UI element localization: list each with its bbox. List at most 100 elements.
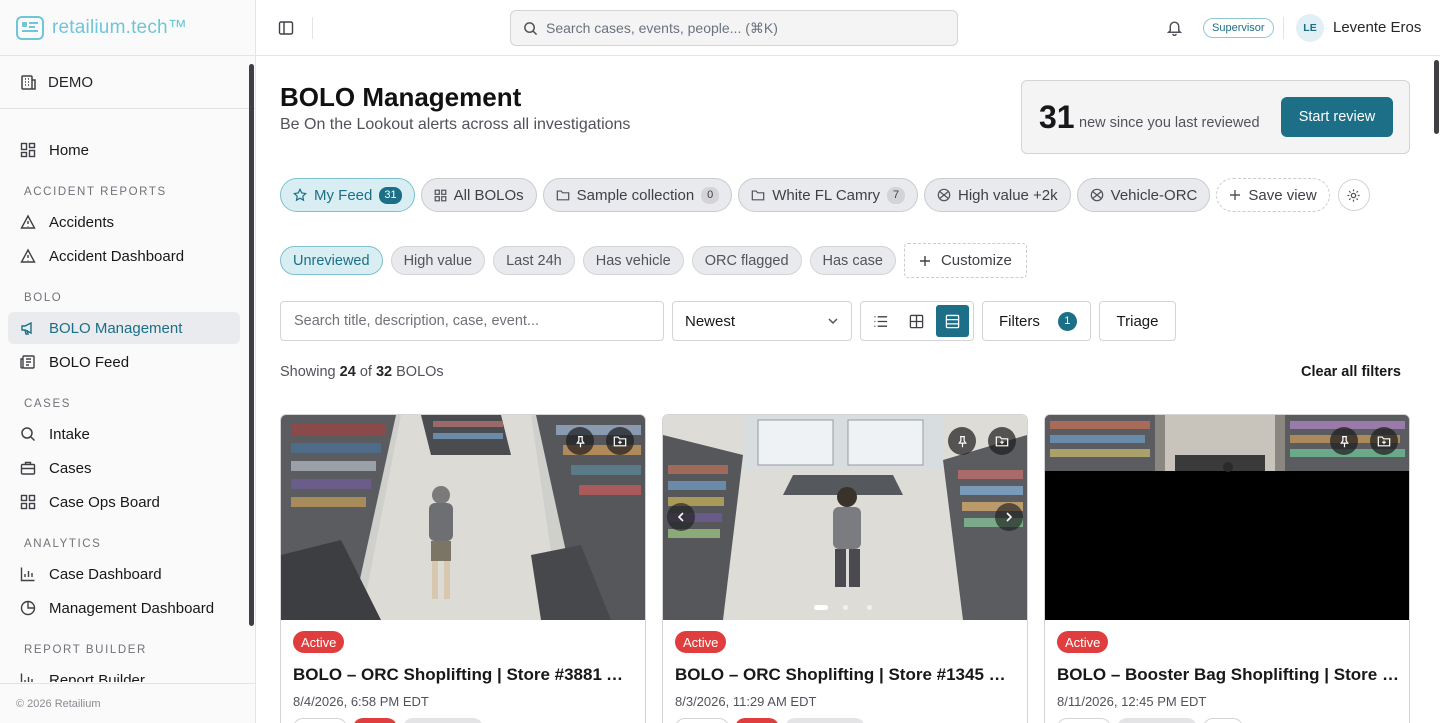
view-settings-button[interactable] <box>1337 179 1370 211</box>
logo-text: retailium.tech™ <box>52 16 187 38</box>
view-my-feed[interactable]: My Feed 31 <box>280 178 415 212</box>
sidebar-item-case-ops-board[interactable]: Case Ops Board <box>8 486 240 518</box>
view-label: Sample collection <box>576 186 695 204</box>
bolo-card[interactable]: Active BOLO – ORC Shoplifting | Store #1… <box>662 414 1028 723</box>
bolo-image[interactable] <box>1045 415 1409 620</box>
add-to-folder-button[interactable] <box>988 427 1016 455</box>
bolo-image[interactable] <box>281 415 645 620</box>
bolo-date: 8/11/2026, 12:45 PM EDT <box>1057 694 1207 709</box>
view-vehicle-orc[interactable]: Vehicle-ORC <box>1076 178 1211 212</box>
bolo-image[interactable] <box>663 415 1027 620</box>
filter-has-case[interactable]: Has case <box>809 246 896 275</box>
global-search-input[interactable]: Search cases, events, people... (⌘K) <box>510 10 958 46</box>
showing-prefix: Showing <box>280 364 336 380</box>
add-to-folder-button[interactable] <box>1370 427 1398 455</box>
search-icon <box>524 21 538 35</box>
sidebar-item-bolo-management[interactable]: BOLO Management <box>8 312 240 344</box>
folder-icon <box>751 190 765 201</box>
filters-count-badge: 1 <box>1057 311 1077 331</box>
folder-plus-icon <box>1377 436 1391 447</box>
carousel-dot[interactable] <box>867 605 872 610</box>
filter-high-value[interactable]: High value <box>390 246 486 275</box>
bolo-search-input[interactable]: Search title, description, case, event..… <box>280 301 664 341</box>
plus-icon <box>919 255 930 266</box>
sidebar-item-cases[interactable]: Cases <box>8 452 240 484</box>
filter-last-24h[interactable]: Last 24h <box>493 246 575 275</box>
total-count: 32 <box>375 364 393 380</box>
bolo-card[interactable]: Active BOLO – Booster Bag Shoplifting | … <box>1044 414 1410 723</box>
carousel-prev-button[interactable] <box>667 503 695 531</box>
bolo-search-placeholder: Search title, description, case, event..… <box>294 313 540 329</box>
sidebar-item-label: Intake <box>49 425 90 443</box>
clear-all-filters-button[interactable]: Clear all filters <box>1301 364 1401 380</box>
folder-icon <box>556 190 569 201</box>
bolo-title[interactable]: BOLO – ORC Shoplifting | Store #1345 Was… <box>675 665 1017 685</box>
org-switcher[interactable]: DEMO <box>0 56 255 109</box>
tag <box>293 718 347 723</box>
filter-has-vehicle[interactable]: Has vehicle <box>582 246 684 275</box>
sidebar-item-home[interactable]: Home <box>8 134 240 166</box>
view-white-fl-camry[interactable]: White FL Camry 7 <box>738 178 918 212</box>
sidebar-item-report-builder[interactable]: Report Builder <box>8 664 240 682</box>
sidebar-item-label: Case Dashboard <box>49 565 162 583</box>
carousel-dot[interactable] <box>843 605 848 610</box>
start-review-button[interactable]: Start review <box>1281 97 1393 137</box>
view-all-bolos[interactable]: All BOLOs <box>420 178 537 212</box>
pie-chart-icon <box>20 600 36 616</box>
sidebar-scrollbar[interactable] <box>249 64 254 626</box>
card-view-button[interactable] <box>936 305 969 337</box>
avatar[interactable]: LE <box>1296 14 1324 42</box>
search-icon <box>21 427 36 442</box>
list-view-button[interactable] <box>864 305 897 337</box>
notifications-button[interactable] <box>1166 19 1183 36</box>
sidebar-toggle-icon <box>278 21 294 35</box>
role-badge: Supervisor <box>1203 18 1274 38</box>
filters-button[interactable]: Filters 1 <box>982 301 1091 341</box>
add-to-folder-button[interactable] <box>606 427 634 455</box>
bolo-title[interactable]: BOLO – Booster Bag Shoplifting | Store #… <box>1057 665 1399 685</box>
sidebar-item-intake[interactable]: Intake <box>8 418 240 450</box>
carousel-dot[interactable] <box>814 605 828 610</box>
chevron-right-icon <box>1006 512 1013 522</box>
chevron-left-icon <box>677 512 684 522</box>
triage-button[interactable]: Triage <box>1099 301 1176 341</box>
view-high-value[interactable]: High value +2k <box>924 178 1071 212</box>
bolo-title[interactable]: BOLO – ORC Shoplifting | Store #3881 Aus… <box>293 665 635 685</box>
sidebar-item-management-dashboard[interactable]: Management Dashboard <box>8 592 240 624</box>
bolo-card[interactable]: Active BOLO – ORC Shoplifting | Store #3… <box>280 414 646 723</box>
filters-label: Filters <box>999 312 1040 330</box>
folder-plus-icon <box>613 436 627 447</box>
view-sample-collection[interactable]: Sample collection 0 <box>542 178 733 212</box>
section-bolo: BOLO <box>24 292 63 304</box>
pin-button[interactable] <box>566 427 594 455</box>
of-label: of <box>359 364 372 380</box>
chevron-down-icon <box>828 318 838 325</box>
tag <box>403 718 483 723</box>
newspaper-icon <box>20 355 35 369</box>
sidebar-item-label: BOLO Feed <box>49 353 130 371</box>
pin-button[interactable] <box>1330 427 1358 455</box>
carousel-next-button[interactable] <box>995 503 1023 531</box>
save-view-button[interactable]: Save view <box>1216 178 1330 212</box>
copyright: © 2026 Retailium <box>0 683 255 723</box>
main-scrollbar[interactable] <box>1434 60 1439 134</box>
grid-view-button[interactable] <box>900 305 933 337</box>
tag <box>675 718 729 723</box>
filter-orc-flagged[interactable]: ORC flagged <box>691 246 802 275</box>
megaphone-icon <box>21 321 32 335</box>
user-name[interactable]: Levente Eros <box>1333 19 1421 36</box>
page-title: BOLO Management <box>280 82 522 112</box>
grid-icon <box>20 142 36 158</box>
sidebar-toggle-button[interactable] <box>278 20 294 36</box>
pin-button[interactable] <box>948 427 976 455</box>
status-badge: Active <box>1057 631 1109 653</box>
sort-select[interactable]: Newest <box>672 301 852 341</box>
sidebar-item-accident-dashboard[interactable]: Accident Dashboard <box>8 240 240 272</box>
sidebar-item-accidents[interactable]: Accidents <box>8 206 240 238</box>
sidebar-item-case-dashboard[interactable]: Case Dashboard <box>8 558 240 590</box>
customize-filters-button[interactable]: Customize <box>903 243 1027 278</box>
brand-logo[interactable]: retailium.tech™ <box>0 0 255 56</box>
folder-plus-icon <box>995 436 1009 447</box>
sidebar-item-bolo-feed[interactable]: BOLO Feed <box>8 346 240 378</box>
filter-unreviewed[interactable]: Unreviewed <box>280 246 383 275</box>
